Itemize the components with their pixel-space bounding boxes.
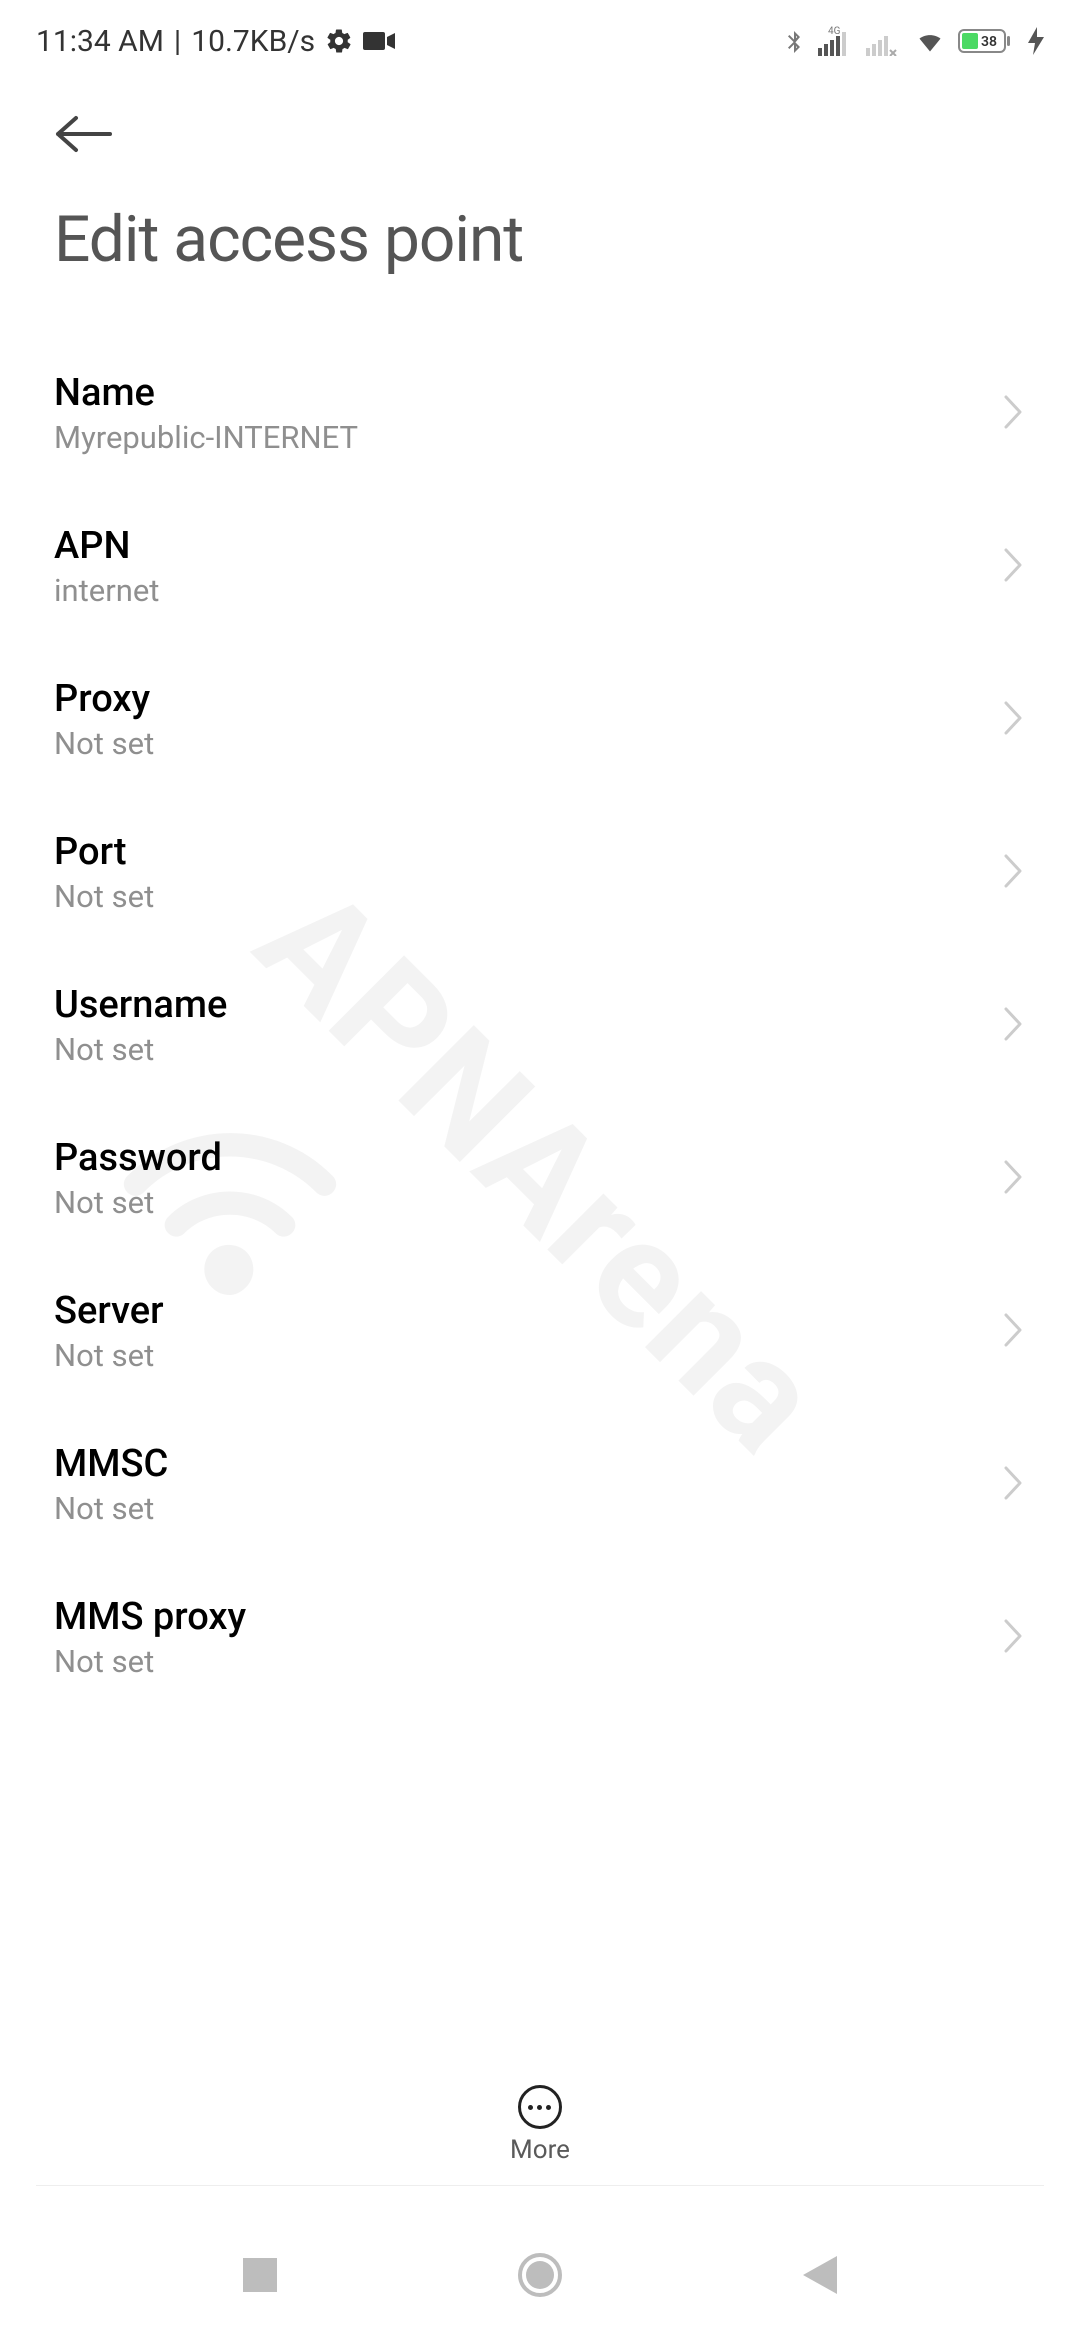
setting-value: Myrepublic-INTERNET bbox=[54, 419, 358, 456]
page-title: Edit access point bbox=[54, 202, 1026, 277]
bottom-action-bar: More bbox=[0, 2070, 1080, 2180]
circle-icon bbox=[518, 2253, 562, 2297]
signal-1-icon: 4G bbox=[818, 26, 854, 56]
signal-2-icon bbox=[866, 26, 902, 56]
svg-text:4G: 4G bbox=[828, 26, 841, 37]
setting-value: Not set bbox=[54, 878, 154, 915]
chevron-right-icon bbox=[1002, 546, 1026, 588]
setting-label: Server bbox=[54, 1289, 164, 1333]
setting-mms-proxy[interactable]: MMS proxy Not set bbox=[54, 1561, 1026, 1714]
setting-value: Not set bbox=[54, 1184, 222, 1221]
chevron-right-icon bbox=[1002, 1005, 1026, 1047]
square-icon bbox=[243, 2258, 277, 2292]
navigation-bar bbox=[0, 2210, 1080, 2340]
chevron-right-icon bbox=[1002, 852, 1026, 894]
charging-icon bbox=[1028, 27, 1044, 55]
status-speed: 10.7KB/s bbox=[191, 24, 315, 59]
setting-label: Username bbox=[54, 983, 227, 1027]
setting-label: Port bbox=[54, 830, 154, 874]
nav-home-button[interactable] bbox=[510, 2245, 570, 2305]
setting-proxy[interactable]: Proxy Not set bbox=[54, 643, 1026, 796]
setting-value: Not set bbox=[54, 1031, 227, 1068]
setting-value: Not set bbox=[54, 1490, 168, 1527]
app-header: Edit access point bbox=[0, 72, 1080, 277]
setting-value: internet bbox=[54, 572, 159, 609]
chevron-right-icon bbox=[1002, 1464, 1026, 1506]
arrow-left-icon bbox=[54, 114, 114, 154]
chevron-right-icon bbox=[1002, 1158, 1026, 1200]
bluetooth-icon bbox=[782, 26, 806, 56]
svg-text:38: 38 bbox=[981, 34, 997, 50]
chevron-right-icon bbox=[1002, 1311, 1026, 1353]
bottom-separator bbox=[36, 2185, 1044, 2186]
setting-label: MMS proxy bbox=[54, 1595, 246, 1639]
status-divider: | bbox=[174, 24, 181, 59]
nav-back-button[interactable] bbox=[790, 2245, 850, 2305]
settings-icon bbox=[325, 27, 353, 55]
setting-label: Name bbox=[54, 371, 358, 415]
back-button[interactable] bbox=[54, 102, 118, 166]
setting-label: MMSC bbox=[54, 1442, 168, 1486]
status-time: 11:34 AM bbox=[36, 24, 164, 59]
setting-port[interactable]: Port Not set bbox=[54, 796, 1026, 949]
setting-password[interactable]: Password Not set bbox=[54, 1102, 1026, 1255]
triangle-left-icon bbox=[803, 2256, 837, 2294]
chevron-right-icon bbox=[1002, 1617, 1026, 1659]
chevron-right-icon bbox=[1002, 393, 1026, 435]
status-right: 4G 38 bbox=[782, 26, 1044, 56]
camera-icon bbox=[363, 30, 395, 52]
chevron-right-icon bbox=[1002, 699, 1026, 741]
setting-value: Not set bbox=[54, 725, 154, 762]
setting-value: Not set bbox=[54, 1643, 246, 1680]
setting-mmsc[interactable]: MMSC Not set bbox=[54, 1408, 1026, 1561]
battery-icon: 38 bbox=[958, 27, 1016, 55]
more-label: More bbox=[510, 2135, 570, 2165]
nav-recents-button[interactable] bbox=[230, 2245, 290, 2305]
setting-username[interactable]: Username Not set bbox=[54, 949, 1026, 1102]
status-left: 11:34 AM | 10.7KB/s bbox=[36, 24, 395, 59]
setting-name[interactable]: Name Myrepublic-INTERNET bbox=[54, 337, 1026, 490]
setting-label: APN bbox=[54, 524, 159, 568]
setting-label: Password bbox=[54, 1136, 222, 1180]
wifi-icon bbox=[914, 27, 946, 55]
setting-server[interactable]: Server Not set bbox=[54, 1255, 1026, 1408]
more-icon bbox=[518, 2085, 562, 2129]
setting-apn[interactable]: APN internet bbox=[54, 490, 1026, 643]
more-button[interactable]: More bbox=[510, 2085, 570, 2165]
status-bar: 11:34 AM | 10.7KB/s 4G 38 bbox=[0, 0, 1080, 72]
settings-list: Name Myrepublic-INTERNET APN internet Pr… bbox=[0, 337, 1080, 1714]
setting-label: Proxy bbox=[54, 677, 154, 721]
setting-value: Not set bbox=[54, 1337, 164, 1374]
